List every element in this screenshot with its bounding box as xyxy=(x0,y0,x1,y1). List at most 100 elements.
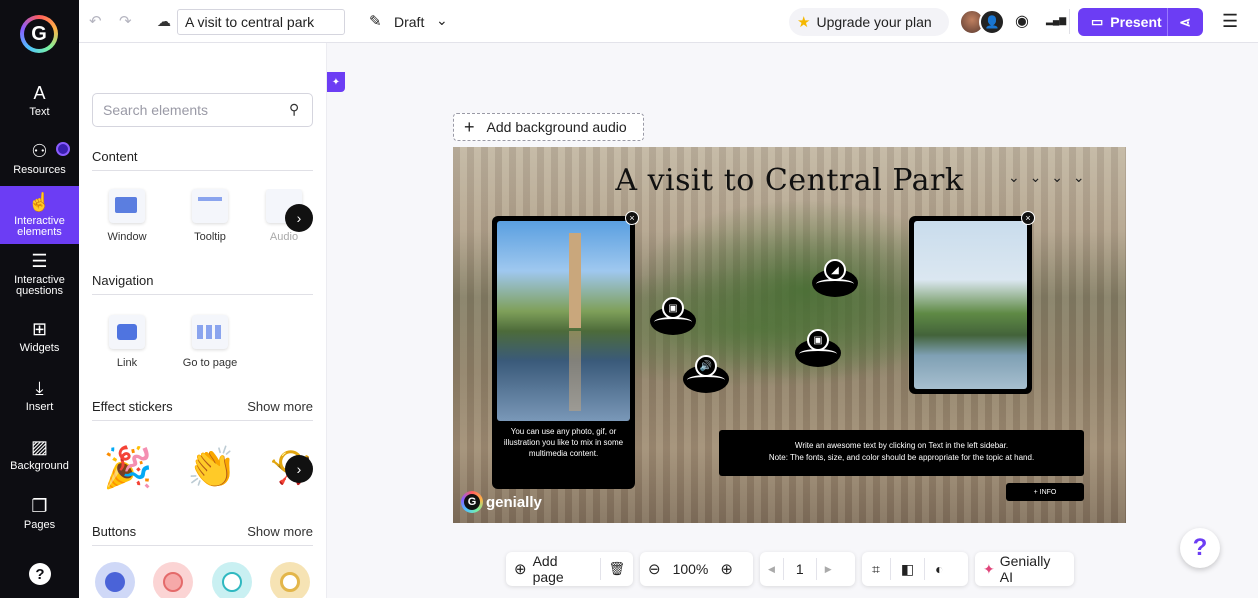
hotspot-mountain[interactable]: ◢ xyxy=(812,259,858,297)
add-collaborator-icon[interactable]: 👤 xyxy=(979,9,1005,35)
add-page-button[interactable]: ⊕ Add page xyxy=(506,552,600,586)
element-window[interactable]: Window xyxy=(92,189,162,243)
section-title: Buttons xyxy=(92,524,137,539)
add-background-audio-label: Add background audio xyxy=(486,119,627,135)
current-page[interactable]: 1 xyxy=(784,552,816,586)
card-caption[interactable]: You can use any photo, gif, or illustrat… xyxy=(500,426,627,459)
button-style-gold[interactable] xyxy=(270,562,310,598)
compare-button[interactable]: ◧ xyxy=(891,552,924,586)
sticker-confetti[interactable]: 🎉 xyxy=(103,445,153,491)
pencil-icon: ✎ xyxy=(369,13,382,30)
slide-canvas[interactable]: A visit to Central Park ⌄ ⌄ ⌄ ⌄ You can … xyxy=(453,147,1126,523)
image-icon: ▣ xyxy=(807,329,829,351)
go-to-page-thumbnail xyxy=(192,315,228,349)
rail-item-interactive-elements[interactable]: ☝ Interactive elements xyxy=(0,186,79,244)
top-bar: ↶ ↷ ☁ ✎ Draft ⌄ ★ Upgrade your plan 👤 ◉ … xyxy=(79,0,1258,43)
element-label: Tooltip xyxy=(194,231,226,243)
section-title: Content xyxy=(92,149,138,164)
genially-ai-item: ✦ Genially AI xyxy=(975,552,1074,586)
present-label: Present xyxy=(1110,14,1162,30)
link-thumbnail xyxy=(109,315,145,349)
present-button-group: ▭ Present ⋖ xyxy=(1078,8,1203,36)
zoom-out-button[interactable]: ⊖ xyxy=(640,552,669,586)
genially-logo[interactable]: G xyxy=(20,15,58,53)
notification-dot-icon xyxy=(56,142,70,156)
close-icon[interactable]: × xyxy=(1021,211,1035,225)
present-icon: ▭ xyxy=(1091,14,1104,29)
genially-watermark: G genially xyxy=(461,491,542,513)
photo-park-lake[interactable] xyxy=(914,221,1027,389)
elements-panel: ⚲ Content Window Tooltip Audio › Navigat… xyxy=(79,43,327,598)
rail-item-text[interactable]: A Text xyxy=(0,78,79,122)
project-title-input[interactable] xyxy=(177,9,345,35)
element-label: Audio xyxy=(269,231,299,243)
section-title: Navigation xyxy=(92,273,154,288)
content-next-button[interactable]: › xyxy=(285,204,313,232)
status-dropdown[interactable]: Draft xyxy=(394,14,424,30)
rail-item-interactive-questions[interactable]: ☰ Interactive questions xyxy=(0,250,79,298)
hotspot-image[interactable]: ▣ xyxy=(795,329,841,367)
next-page-button[interactable]: ▶ xyxy=(817,552,840,586)
help-icon[interactable]: ? xyxy=(29,563,51,585)
undo-icon[interactable]: ↶ xyxy=(89,12,102,30)
element-go-to-page[interactable]: Go to page xyxy=(175,315,245,369)
hamburger-menu-icon[interactable]: ☰ xyxy=(1222,11,1238,32)
fit-screen-button[interactable]: ⌗ xyxy=(862,552,890,586)
divider xyxy=(1069,9,1070,34)
button-style-cyan[interactable] xyxy=(212,562,252,598)
rail-item-label: Widgets xyxy=(19,341,60,354)
search-icon[interactable]: ⚲ xyxy=(289,101,299,118)
add-background-audio-button[interactable]: + Add background audio xyxy=(453,113,644,141)
sparkle-icon: ✦ xyxy=(983,560,995,577)
genially-ai-button[interactable]: ✦ Genially AI xyxy=(975,552,1074,586)
element-link[interactable]: Link xyxy=(92,315,162,369)
theme-button[interactable]: ◐ xyxy=(925,552,953,586)
search-elements-input[interactable] xyxy=(92,93,313,127)
pin-icon[interactable]: ✦ xyxy=(327,72,345,92)
slide-text-box[interactable]: Write an awesome text by clicking on Tex… xyxy=(719,430,1084,476)
rail-item-background[interactable]: ▨ Background xyxy=(0,432,79,476)
show-more-buttons-link[interactable]: Show more xyxy=(247,524,313,539)
page-actions-group: ⊕ Add page 🗑 xyxy=(506,552,633,586)
zoom-level[interactable]: 100% xyxy=(669,552,713,586)
cloud-saved-icon: ☁ xyxy=(157,13,171,29)
add-circle-icon: ⊕ xyxy=(514,561,527,578)
genially-ai-label: Genially AI xyxy=(999,553,1051,585)
preview-eye-icon[interactable]: ◉ xyxy=(1015,11,1029,31)
background-icon: ▨ xyxy=(30,436,48,457)
zoom-in-button[interactable]: ⊕ xyxy=(712,552,741,586)
element-tooltip[interactable]: Tooltip xyxy=(175,189,245,243)
rail-item-insert[interactable]: ⤓ Insert xyxy=(0,373,79,417)
share-icon[interactable]: ⋖ xyxy=(1168,14,1202,31)
tooltip-thumbnail xyxy=(192,189,228,223)
chevron-left-icon: ◀ xyxy=(768,563,775,574)
rail-item-widgets[interactable]: ⊞ Widgets xyxy=(0,314,79,358)
redo-icon[interactable]: ↷ xyxy=(119,12,132,30)
info-button[interactable]: + INFO xyxy=(1006,483,1084,501)
photo-card-left[interactable]: You can use any photo, gif, or illustrat… xyxy=(492,216,635,489)
rail-item-pages[interactable]: ❐ Pages xyxy=(0,491,79,535)
element-label: Window xyxy=(107,231,147,243)
delete-page-button[interactable]: 🗑 xyxy=(600,552,633,586)
previous-page-button[interactable]: ◀ xyxy=(760,552,783,586)
birds-icon[interactable]: ⌄ ⌄ ⌄ ⌄ xyxy=(1008,169,1088,186)
hotspot-image[interactable]: ▣ xyxy=(650,297,696,335)
stickers-next-button[interactable]: › xyxy=(285,455,313,483)
button-style-blue[interactable] xyxy=(95,562,135,598)
photo-park-tower[interactable] xyxy=(497,221,630,421)
present-button[interactable]: ▭ Present xyxy=(1078,8,1168,36)
stats-icon[interactable]: ▂▄▆ xyxy=(1046,15,1066,26)
zoom-group: ⊖ 100% ⊕ xyxy=(640,552,753,586)
section-navigation: Navigation xyxy=(92,273,313,295)
close-icon[interactable]: × xyxy=(625,211,639,225)
upgrade-plan-button[interactable]: ★ Upgrade your plan xyxy=(789,8,949,36)
show-more-stickers-link[interactable]: Show more xyxy=(247,399,313,414)
plus-icon: + xyxy=(464,116,475,137)
hotspot-audio[interactable]: 🔊 xyxy=(683,355,729,393)
photo-card-right[interactable] xyxy=(909,216,1032,394)
button-style-pink[interactable] xyxy=(153,562,193,598)
image-icon: ▣ xyxy=(662,297,684,319)
sticker-clapping[interactable]: 👏 xyxy=(187,445,237,491)
chevron-down-icon[interactable]: ⌄ xyxy=(436,12,448,29)
help-button[interactable]: ? xyxy=(1180,528,1220,568)
